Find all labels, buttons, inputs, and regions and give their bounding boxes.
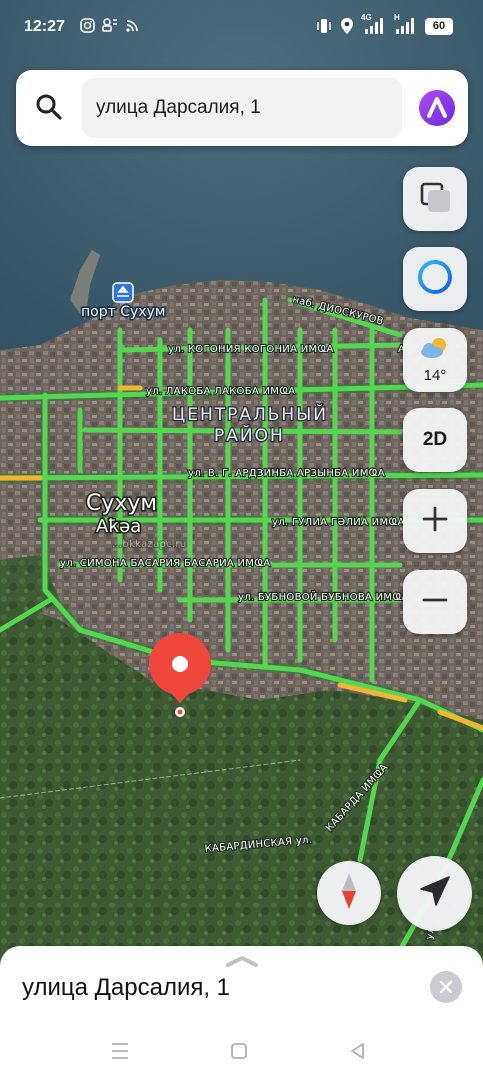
back-icon[interactable]: [346, 1041, 370, 1061]
status-time: 12:27: [24, 18, 65, 35]
street-label-lakoba: ул. ЛАКОБА ЛАКОБА ИМҨА: [146, 385, 295, 397]
city-label: Сухум: [86, 491, 157, 516]
district-label-line2: РАЙОН: [214, 424, 285, 446]
recents-icon[interactable]: [108, 1041, 132, 1061]
port-marker[interactable]: [112, 282, 134, 303]
place-title: улица Дарсалия, 1: [22, 974, 231, 1001]
street-label-kogonia: ул. КОГОНИЯ КОГОНИА ИМҨА: [168, 343, 334, 355]
street-label-gulia: ул. ГУЛИА ГӘЛИА ИМҨА: [272, 516, 405, 528]
alice-assistant-button[interactable]: [403, 247, 467, 311]
port-label: порт Сухум: [81, 304, 165, 320]
signal-4g-icon: 4G: [361, 13, 385, 35]
layers-button[interactable]: [403, 167, 467, 231]
compass-icon: [334, 871, 364, 916]
search-input[interactable]: улица Дарсалия, 1: [82, 78, 402, 138]
network-type-label-2: H: [394, 13, 400, 22]
compass-button[interactable]: [317, 861, 381, 925]
city-label-alt: Аҟәа: [96, 516, 141, 537]
wifi-sync-icon: [125, 19, 139, 33]
home-icon[interactable]: [227, 1041, 251, 1061]
network-type-label: 4G: [361, 13, 372, 22]
alice-icon[interactable]: [416, 87, 458, 129]
partly-cloudy-icon: [419, 336, 451, 365]
plus-icon: [421, 505, 449, 538]
zoom-in-button[interactable]: [403, 489, 467, 553]
navigation-arrow-icon: [418, 874, 452, 913]
status-bar: 12:27 4G H 60: [0, 0, 483, 56]
alice-ring-icon: [415, 257, 455, 302]
chevron-up-icon[interactable]: [225, 954, 259, 967]
signal-icon: H: [394, 13, 416, 35]
search-bar: улица Дарсалия, 1: [16, 70, 468, 146]
view-mode-button[interactable]: 2D: [403, 408, 467, 472]
weather-widget[interactable]: 14°: [403, 328, 467, 392]
my-location-button[interactable]: [397, 856, 472, 931]
battery-indicator: 60: [425, 17, 453, 35]
instagram-icon: [80, 18, 95, 33]
notification-icon: [102, 18, 118, 33]
view-mode-label: 2D: [422, 429, 448, 450]
vibrate-icon: [317, 17, 331, 35]
layers-icon: [418, 180, 452, 219]
district-label-line1: ЦЕНТРАЛЬНЫЙ: [172, 403, 328, 425]
street-label-ardzinba: ул. В. Г. АРДЗИНБА АРЗЫНБА ИМҨА: [188, 467, 385, 479]
weather-temperature: 14°: [423, 367, 447, 384]
minus-icon: [421, 586, 449, 619]
street-label-basaria: ул. СИМОНА БАСАРИЯ БАСАРИА ИМҨА: [60, 557, 270, 569]
search-icon[interactable]: [34, 92, 64, 122]
zoom-out-button[interactable]: [403, 570, 467, 634]
street-label-bubnovoi: ул. БУБНОВОЙ БУБНОВА ИМҨА: [238, 590, 409, 603]
close-icon[interactable]: [430, 971, 462, 1003]
location-icon: [340, 17, 354, 35]
map-watermark: ...bkkazapc.ru: [112, 539, 186, 550]
